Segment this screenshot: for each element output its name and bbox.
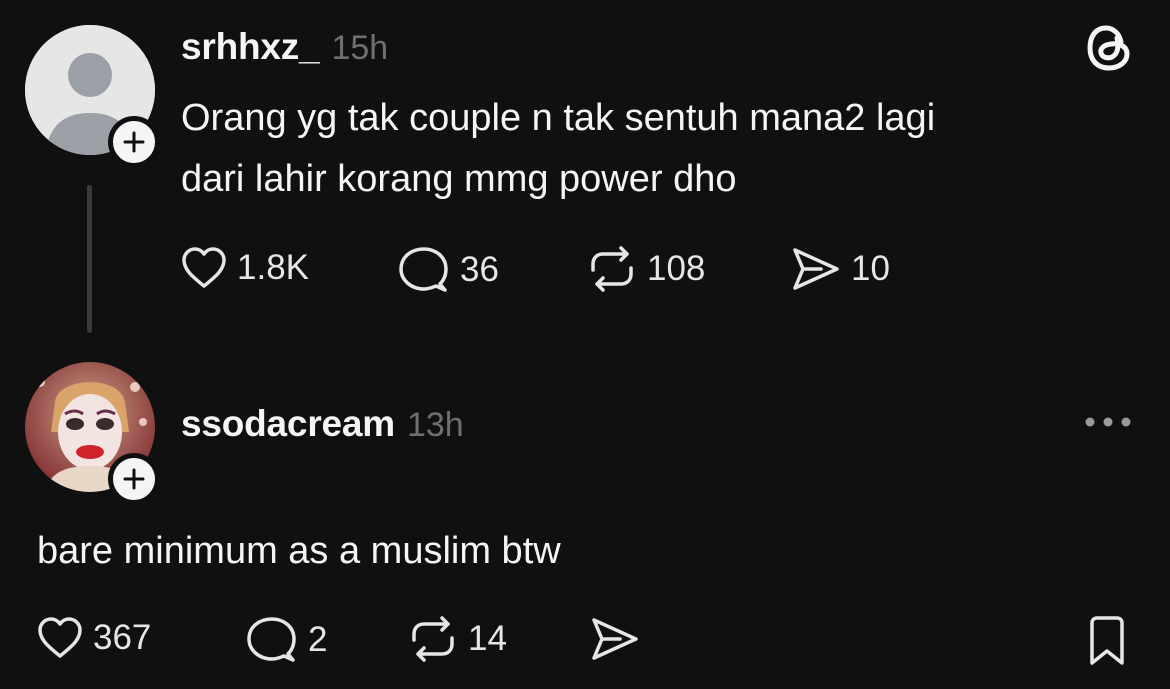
thread-connector-line: [87, 185, 92, 333]
repost-icon: [591, 246, 633, 292]
bookmark-icon: [1090, 616, 1124, 665]
share-icon: [592, 618, 638, 660]
post-username[interactable]: srhhxz_: [181, 26, 320, 68]
plus-icon: [123, 468, 145, 490]
like-button[interactable]: 1.8K: [181, 246, 309, 290]
repost-button[interactable]: 108: [587, 246, 705, 292]
threads-logo-icon[interactable]: [1085, 22, 1135, 79]
reply-header: ssodacream 13h: [181, 403, 464, 445]
reply-button[interactable]: 36: [398, 246, 499, 294]
reply-username[interactable]: ssodacream: [181, 403, 395, 445]
reply-repost-button[interactable]: 14: [408, 616, 507, 662]
comment-icon: [399, 247, 448, 292]
like-count: 1.8K: [237, 248, 309, 287]
repost-icon: [412, 616, 454, 662]
share-icon: [793, 248, 839, 290]
reply-like-count: 367: [93, 618, 152, 657]
reply-text: bare minimum as a muslim btw: [37, 530, 561, 572]
share-count: 10: [851, 249, 890, 288]
repost-count: 108: [647, 249, 706, 288]
reply-count: 36: [460, 250, 499, 289]
follow-plus-button-reply[interactable]: [108, 453, 160, 505]
post-timestamp: 15h: [331, 29, 389, 67]
share-button[interactable]: 10: [791, 246, 890, 292]
heart-icon: [38, 617, 82, 658]
reply-timestamp: 13h: [406, 406, 464, 444]
more-options-icon[interactable]: [1084, 412, 1132, 437]
reply-like-button[interactable]: 367: [37, 616, 151, 660]
plus-icon: [123, 131, 145, 153]
heart-icon: [182, 247, 226, 288]
reply-repost-count: 14: [468, 619, 507, 658]
follow-plus-button[interactable]: [108, 116, 160, 168]
reply-share-button[interactable]: [590, 616, 640, 662]
reply-comment-button[interactable]: 2: [246, 616, 327, 664]
post-text-line-1: Orang yg tak couple n tak sentuh mana2 l…: [181, 97, 936, 139]
bookmark-button[interactable]: [1086, 615, 1128, 667]
post-text-line-2: dari lahir korang mmg power dho: [181, 158, 737, 200]
post-header: srhhxz_ 15h: [181, 26, 388, 68]
reply-comment-count: 2: [308, 620, 328, 659]
comment-icon: [247, 617, 296, 662]
